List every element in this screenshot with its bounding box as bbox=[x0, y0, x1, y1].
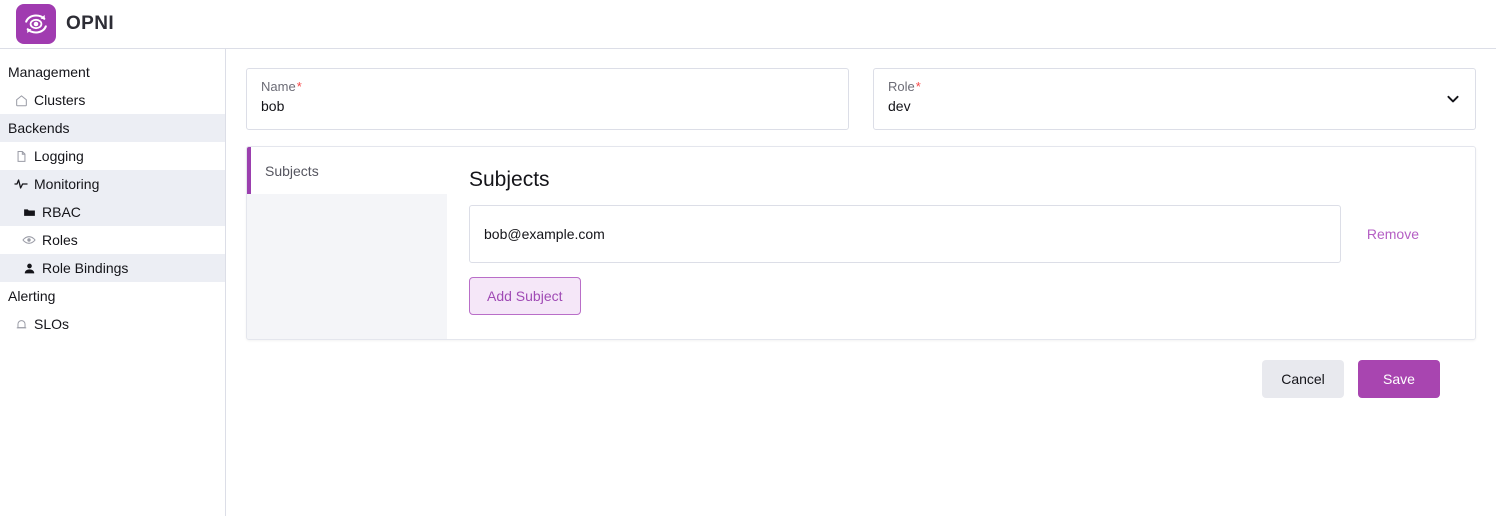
main-content: Name* bob Role* dev Subjects Subjects bo… bbox=[226, 49, 1496, 516]
role-field-label: Role* bbox=[888, 79, 1461, 95]
required-asterisk: * bbox=[296, 79, 302, 94]
sidebar-group-backends: Backends bbox=[0, 114, 225, 142]
bell-icon bbox=[14, 317, 28, 331]
name-field-label: Name* bbox=[261, 79, 834, 95]
opni-eye-refresh-icon bbox=[16, 4, 56, 44]
sidebar-item-label: SLOs bbox=[34, 316, 70, 332]
sidebar-item-label: Roles bbox=[42, 232, 78, 248]
subject-input[interactable]: bob@example.com bbox=[469, 205, 1341, 263]
name-field[interactable]: Name* bob bbox=[246, 68, 849, 130]
subjects-tab-card: Subjects Subjects bob@example.com Remove… bbox=[246, 146, 1476, 340]
name-label-text: Name bbox=[261, 79, 296, 94]
tab-label: Subjects bbox=[265, 162, 319, 179]
cancel-button[interactable]: Cancel bbox=[1262, 360, 1344, 398]
brand[interactable]: OPNI bbox=[16, 4, 114, 44]
app-header: OPNI bbox=[0, 0, 1496, 49]
role-label-text: Role bbox=[888, 79, 915, 94]
sidebar: Management Clusters Backends Logging Mon… bbox=[0, 49, 226, 516]
tab-subjects[interactable]: Subjects bbox=[247, 147, 447, 194]
sidebar-item-label: Monitoring bbox=[34, 176, 100, 192]
required-asterisk: * bbox=[915, 79, 921, 94]
sidebar-group-management: Management bbox=[8, 64, 90, 80]
chevron-down-icon[interactable] bbox=[1445, 91, 1461, 107]
role-field-value: dev bbox=[888, 98, 911, 114]
save-button[interactable]: Save bbox=[1358, 360, 1440, 398]
sidebar-item-rbac[interactable]: RBAC bbox=[0, 198, 225, 226]
file-icon bbox=[14, 149, 28, 163]
sidebar-item-roles[interactable]: Roles bbox=[0, 226, 225, 254]
home-icon bbox=[14, 93, 28, 107]
sidebar-item-label: RBAC bbox=[42, 204, 81, 220]
role-field[interactable]: Role* dev bbox=[873, 68, 1476, 130]
sidebar-item-label: Logging bbox=[34, 148, 84, 164]
subject-row: bob@example.com Remove bbox=[469, 205, 1443, 263]
sidebar-item-label: Clusters bbox=[34, 92, 86, 108]
form-actions: Cancel Save bbox=[246, 360, 1476, 398]
user-icon bbox=[22, 261, 36, 275]
role-binding-form-row: Name* bob Role* dev bbox=[246, 68, 1476, 130]
eye-icon bbox=[22, 233, 36, 247]
sidebar-group-alerting: Alerting bbox=[8, 288, 56, 304]
remove-subject-link[interactable]: Remove bbox=[1341, 226, 1443, 242]
brand-name: OPNI bbox=[66, 13, 115, 34]
sidebar-item-label: Role Bindings bbox=[42, 260, 129, 276]
panel-title: Subjects bbox=[469, 168, 550, 191]
sidebar-item-logging[interactable]: Logging bbox=[0, 142, 225, 170]
tab-list: Subjects bbox=[247, 147, 447, 339]
tab-panel-subjects: Subjects bob@example.com Remove Add Subj… bbox=[447, 147, 1475, 339]
add-subject-button[interactable]: Add Subject bbox=[469, 277, 581, 315]
subject-input-value: bob@example.com bbox=[484, 226, 605, 242]
sidebar-item-role-bindings[interactable]: Role Bindings bbox=[0, 254, 225, 282]
sidebar-item-monitoring[interactable]: Monitoring bbox=[0, 170, 225, 198]
activity-pulse-icon bbox=[14, 177, 28, 191]
folder-icon bbox=[22, 205, 36, 219]
name-field-value: bob bbox=[261, 98, 285, 114]
sidebar-item-slos[interactable]: SLOs bbox=[0, 310, 225, 338]
sidebar-item-clusters[interactable]: Clusters bbox=[0, 86, 225, 114]
